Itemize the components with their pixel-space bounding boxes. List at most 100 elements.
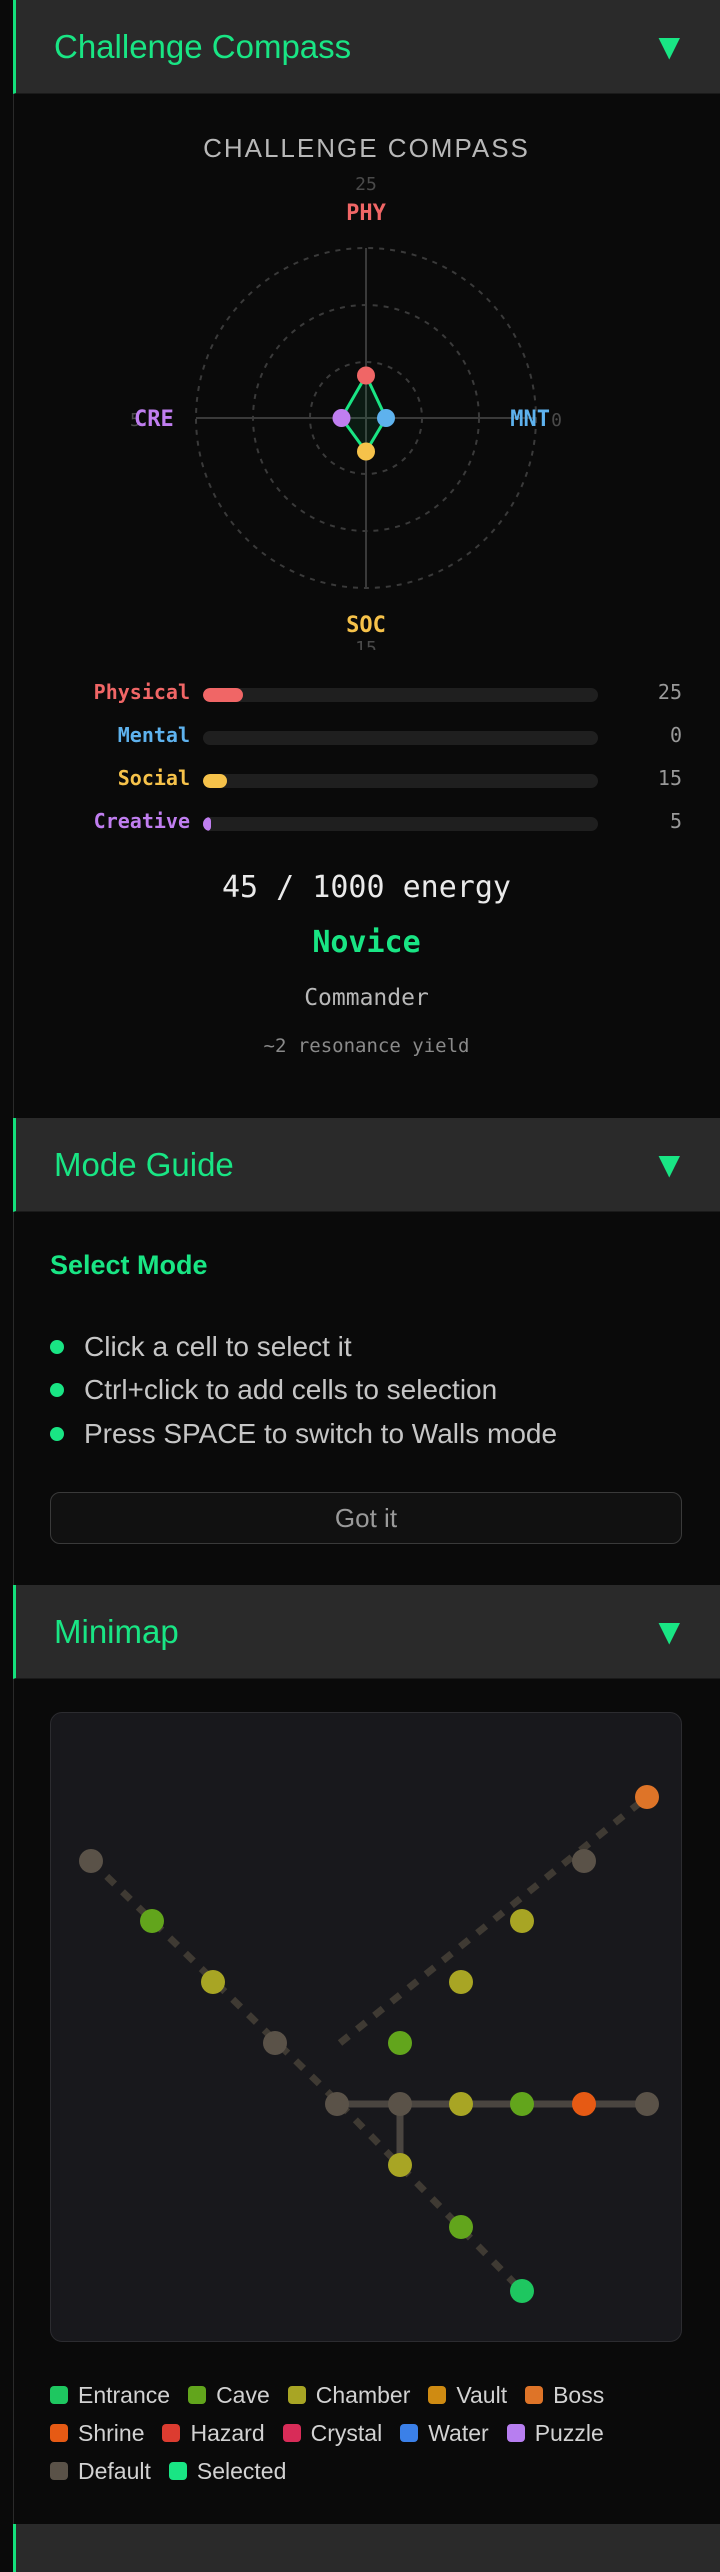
bullet-dot-icon — [50, 1340, 64, 1354]
stat-track — [203, 731, 598, 745]
stat-track — [203, 774, 598, 788]
mode-guide-header[interactable]: Mode Guide ▼ — [13, 1118, 720, 1212]
chevron-down-icon[interactable]: ▼ — [658, 1615, 680, 1648]
legend-label: Shrine — [78, 2419, 145, 2446]
compass-title: CHALLENGE COMPASS — [203, 133, 530, 163]
room-node-default[interactable] — [263, 2031, 287, 2055]
stat-value: 5 — [669, 809, 682, 833]
room-node-chamber[interactable] — [449, 2092, 473, 2116]
legend-label: Crystal — [310, 2419, 383, 2446]
legend-item-cave: Cave — [188, 2382, 270, 2409]
legend-row: Shrine Hazard Crystal Water Puzzle — [50, 2414, 690, 2452]
room-node-entrance[interactable] — [510, 2279, 534, 2303]
room-node-chamber[interactable] — [388, 2153, 412, 2177]
room-node-shrine[interactable] — [572, 2092, 596, 2116]
room-node-default[interactable] — [388, 2092, 412, 2116]
panel-title: Challenge Compass — [54, 27, 352, 65]
stat-label: Social — [117, 766, 190, 790]
axis-label-cre: CRE — [134, 407, 174, 432]
radar-shape — [332, 366, 395, 461]
stat-label: Physical — [93, 680, 190, 704]
stat-fill — [203, 817, 211, 831]
stat-label: Creative — [93, 809, 190, 833]
challenge-compass-header[interactable]: Challenge Compass ▼ — [13, 0, 720, 94]
room-node-default[interactable] — [79, 1849, 103, 1873]
rank-label: Novice — [312, 925, 421, 960]
compass-radar: 25 PHY SOC 15 5 CRE MNT 0 — [130, 174, 562, 650]
axis-label-phy: PHY — [346, 201, 386, 226]
minimap-graph[interactable] — [51, 1713, 682, 2342]
got-it-button[interactable]: Got it — [50, 1492, 682, 1544]
room-node-cave[interactable] — [140, 1909, 164, 1933]
tip-item: Click a cell to select it — [50, 1329, 352, 1365]
minimap-links — [88, 1794, 650, 2294]
legend-item-boss: Boss — [525, 2382, 604, 2409]
legend-item-entrance: Entrance — [50, 2382, 170, 2409]
legend-label: Default — [78, 2457, 151, 2484]
room-node-cave[interactable] — [388, 2031, 412, 2055]
radar-point-mnt — [377, 409, 395, 427]
legend-label: Chamber — [315, 2381, 411, 2408]
bullet-dot-icon — [50, 1383, 64, 1397]
stat-label: Mental — [117, 723, 190, 747]
chevron-down-icon[interactable]: ▼ — [658, 30, 680, 63]
legend-item-crystal: Crystal — [282, 2419, 383, 2447]
legend-label: Cave — [216, 2381, 270, 2408]
legend-label: Vault — [456, 2381, 508, 2408]
stat-row-physical: Physical 25 — [13, 680, 720, 710]
legend-swatch — [168, 2462, 187, 2480]
stat-fill — [203, 774, 227, 788]
axis-bottom-value: 15 — [355, 638, 377, 650]
chevron-down-icon[interactable]: ▼ — [658, 1148, 680, 1181]
room-node-cave[interactable] — [510, 2092, 534, 2116]
stat-value: 25 — [657, 680, 682, 704]
stat-row-creative: Creative 5 — [13, 809, 720, 839]
minimap-header[interactable]: Minimap ▼ — [13, 1585, 720, 1679]
room-node-chamber[interactable] — [201, 1970, 225, 1994]
legend-label: Water — [428, 2419, 489, 2446]
axis-label-soc: SOC — [346, 613, 386, 638]
next-panel-header[interactable] — [13, 2524, 720, 2572]
legend-row: Entrance Cave Chamber Vault Boss — [50, 2376, 690, 2414]
legend-swatch — [428, 2386, 447, 2404]
legend-label: Puzzle — [534, 2419, 604, 2446]
legend-item-puzzle: Puzzle — [506, 2419, 604, 2447]
legend-swatch — [188, 2386, 207, 2404]
legend-swatch — [282, 2424, 301, 2442]
radar-point-phy — [357, 366, 375, 385]
room-node-boss[interactable] — [635, 1785, 659, 1809]
legend-swatch — [50, 2424, 68, 2442]
tip-item: Ctrl+click to add cells to selection — [50, 1372, 497, 1408]
legend-swatch — [400, 2424, 419, 2442]
legend-label: Entrance — [78, 2381, 171, 2408]
legend-item-selected: Selected — [168, 2458, 286, 2485]
map-link — [337, 1794, 650, 2046]
stat-value: 0 — [669, 723, 682, 747]
panel-title: Mode Guide — [54, 1145, 234, 1183]
legend-label: Boss — [553, 2381, 605, 2408]
legend-swatch — [287, 2386, 306, 2404]
tip-text: Ctrl+click to add cells to selection — [84, 1374, 498, 1405]
stat-row-mental: Mental 0 — [13, 723, 720, 753]
minimap-rooms[interactable] — [79, 1785, 659, 2303]
room-node-cave[interactable] — [449, 2215, 473, 2239]
bullet-dot-icon — [50, 1427, 64, 1441]
legend-swatch — [50, 2386, 68, 2404]
legend-item-shrine: Shrine — [50, 2420, 144, 2447]
minimap-legend: Entrance Cave Chamber Vault Boss Shrine Hazard… — [50, 2376, 690, 2490]
room-node-chamber[interactable] — [449, 1970, 473, 1994]
legend-item-chamber: Chamber — [287, 2381, 411, 2409]
minimap-canvas[interactable] — [50, 1712, 682, 2342]
legend-swatch — [525, 2386, 544, 2404]
mode-heading: Select Mode — [50, 1250, 208, 1280]
resonance-yield: ~2 resonance yield — [263, 1035, 470, 1057]
room-node-default[interactable] — [635, 2092, 659, 2116]
stat-value: 15 — [657, 766, 682, 790]
room-node-default[interactable] — [572, 1849, 596, 1873]
room-node-chamber[interactable] — [510, 1909, 534, 1933]
tip-text: Press SPACE to switch to Walls mode — [84, 1418, 558, 1449]
room-node-default[interactable] — [325, 2092, 349, 2116]
legend-item-vault: Vault — [428, 2382, 507, 2409]
legend-row: Default Selected — [50, 2452, 690, 2490]
tip-item: Press SPACE to switch to Walls mode — [50, 1416, 557, 1452]
